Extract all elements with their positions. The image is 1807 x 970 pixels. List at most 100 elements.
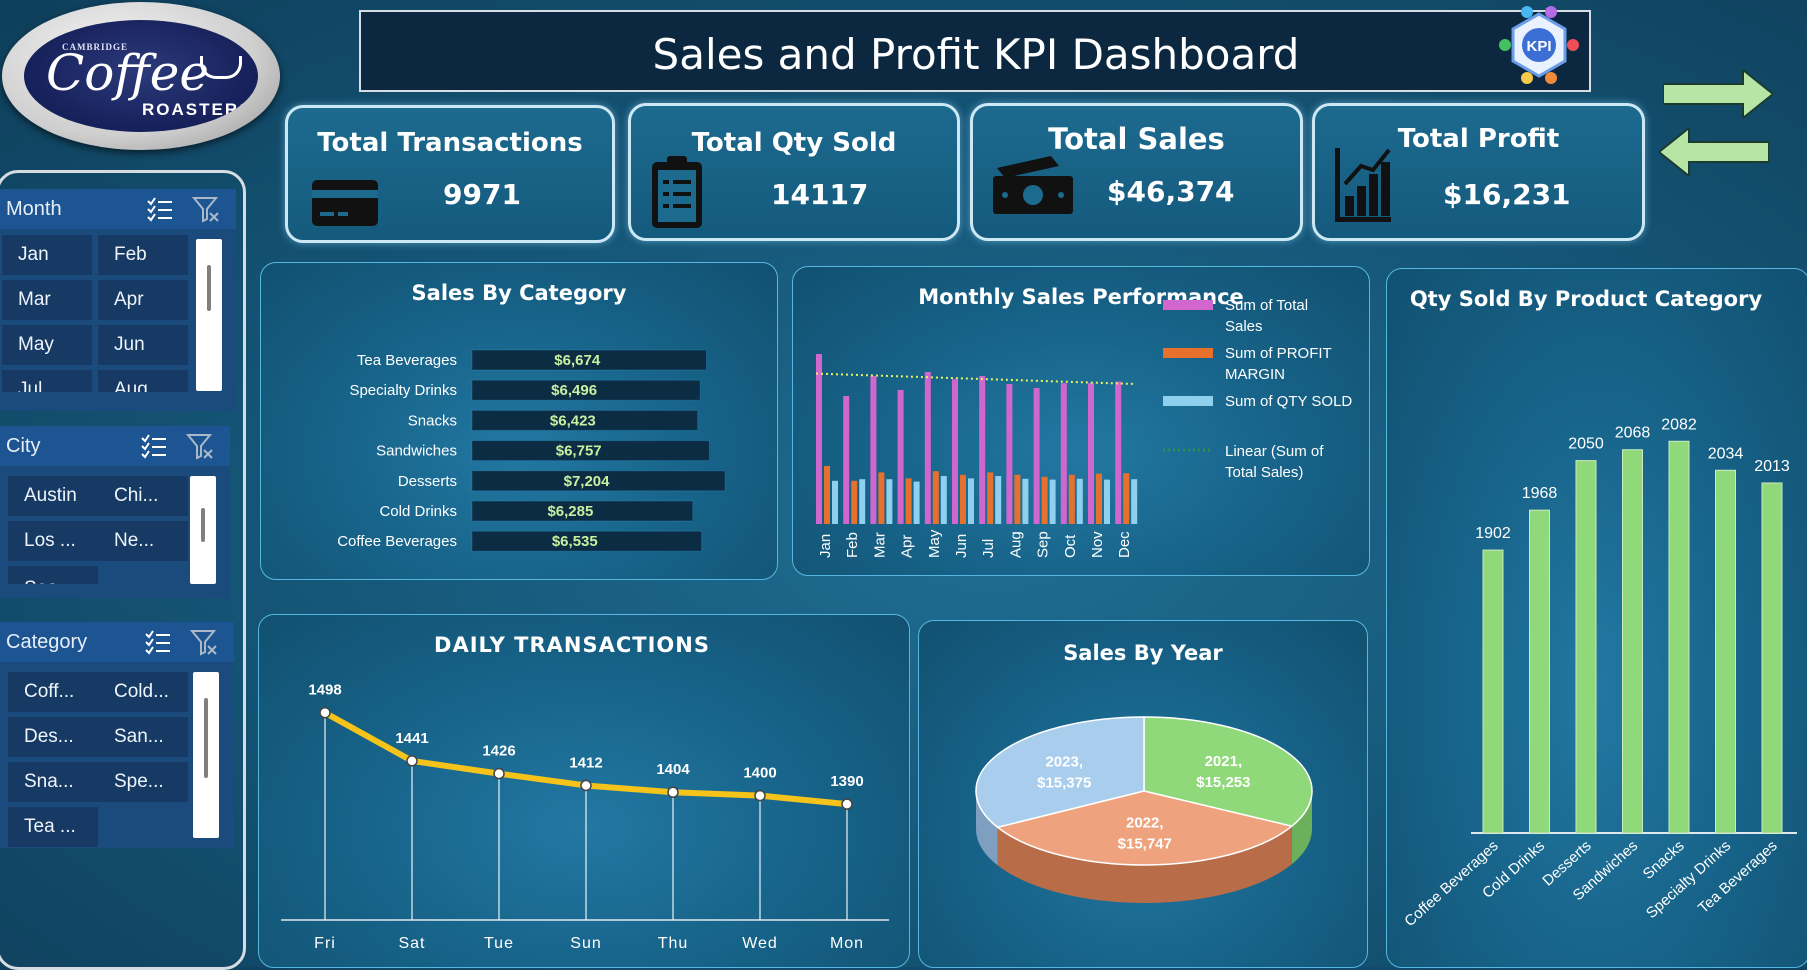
bar-data-label: $6,285 xyxy=(547,503,593,520)
point-data-label: 1390 xyxy=(830,773,863,790)
slicer-item-desserts[interactable]: Des... xyxy=(8,717,98,757)
month-bar xyxy=(851,480,858,524)
kpi-card-qty: Total Qty Sold 14117 xyxy=(628,103,960,241)
company-logo: CAMBRIDGE Coffee ROASTERS xyxy=(2,2,280,150)
qty-bar xyxy=(1575,460,1597,834)
kpi-hex-icon: KPI xyxy=(1499,6,1579,84)
line-point xyxy=(841,798,853,810)
multi-select-icon[interactable] xyxy=(146,195,174,223)
sales-trendline xyxy=(815,372,1136,385)
pie-data-label: 2021, xyxy=(1205,753,1243,770)
clear-filter-icon[interactable] xyxy=(192,195,220,223)
day-tick-label: Thu xyxy=(658,935,689,952)
slicer-item-los-angeles[interactable]: Los ... xyxy=(8,521,98,561)
slicer-item-chicago[interactable]: Chi... xyxy=(98,476,188,516)
month-bar xyxy=(859,479,866,524)
slicer-item-jan[interactable]: Jan xyxy=(2,235,92,275)
category-slicer: Category Coff... Cold... Des... San... S… xyxy=(0,622,234,848)
slicer-item-sandwiches[interactable]: San... xyxy=(98,717,188,757)
bar-data-label: 2082 xyxy=(1661,416,1697,433)
bar-data-label: 2034 xyxy=(1708,445,1744,462)
line-point xyxy=(319,706,331,719)
logo-main-text: Coffee xyxy=(46,44,209,102)
qty-bar xyxy=(1622,449,1643,834)
month-bar xyxy=(1123,473,1130,524)
kpi-card-profit: Total Profit $16,231 xyxy=(1312,103,1645,241)
bar-data-label: 2013 xyxy=(1754,458,1790,475)
slicer-item-jun[interactable]: Jun xyxy=(98,325,188,365)
month-bar xyxy=(1115,381,1122,524)
month-bar xyxy=(905,478,912,524)
qty-bar xyxy=(1761,482,1783,834)
legend-label: Total Sales) xyxy=(1225,464,1303,481)
legend-swatch xyxy=(1163,396,1213,406)
slicer-item-jul[interactable]: Jul xyxy=(2,370,92,392)
month-bar xyxy=(1104,479,1110,524)
slicer-item-austin[interactable]: Austin xyxy=(8,476,98,516)
monthly-sales-panel: Monthly Sales Performance Jan Feb Mar Apr Ma… xyxy=(792,266,1370,576)
bar-data-label: $6,674 xyxy=(554,352,601,369)
month-slicer: Month Jan Feb Mar Apr May Jun Jul Aug xyxy=(0,189,236,411)
kpi-value: 9971 xyxy=(443,178,521,211)
month-bar xyxy=(897,390,904,524)
day-tick-label: Sat xyxy=(398,935,425,952)
slicer-header: Month xyxy=(0,189,236,229)
bar-data-label: 1968 xyxy=(1522,485,1558,502)
month-bar xyxy=(1076,478,1083,524)
slicer-item-mar[interactable]: Mar xyxy=(2,280,92,320)
bar-data-label: $7,204 xyxy=(564,473,611,490)
slicer-title: Category xyxy=(6,631,88,653)
clear-filter-icon[interactable] xyxy=(190,628,218,656)
kpi-label: Total Sales xyxy=(1048,122,1225,156)
slicer-item-may[interactable]: May xyxy=(2,325,92,365)
category-tick-label: Sandwiches xyxy=(376,443,457,460)
slicer-item-feb[interactable]: Feb xyxy=(98,235,188,275)
clear-filter-icon[interactable] xyxy=(186,432,214,460)
arrow-left-icon[interactable] xyxy=(1659,128,1769,176)
slicer-title: Month xyxy=(6,198,62,220)
month-tick-label: Nov xyxy=(1089,531,1106,558)
slicer-item-tea[interactable]: Tea ... xyxy=(8,807,98,847)
line-point xyxy=(406,755,418,767)
multi-select-icon[interactable] xyxy=(144,628,172,656)
day-tick-label: Mon xyxy=(830,935,864,952)
pie-data-label: 2023, xyxy=(1045,753,1083,770)
slicer-scrollbar[interactable] xyxy=(190,476,216,584)
multi-select-icon[interactable] xyxy=(140,432,168,460)
day-tick-label: Fri xyxy=(314,935,336,952)
slicer-item-aug[interactable]: Aug xyxy=(98,370,188,392)
cash-icon xyxy=(993,156,1073,214)
point-data-label: 1400 xyxy=(743,765,776,782)
bar-data-label: 2068 xyxy=(1615,425,1651,442)
slicer-item-apr[interactable]: Apr xyxy=(98,280,188,320)
day-tick-label: Wed xyxy=(742,935,778,952)
month-bar xyxy=(1088,383,1094,524)
slicer-item-coffee[interactable]: Coff... xyxy=(8,672,98,712)
month-bar xyxy=(940,476,947,524)
legend-label: Sales xyxy=(1225,318,1263,335)
month-tick-label: Mar xyxy=(871,532,888,558)
city-slicer: City Austin Chi... Los ... Ne... Sea... xyxy=(0,426,230,598)
slicer-item-specialty[interactable]: Spe... xyxy=(98,762,188,802)
bar-data-label: $6,496 xyxy=(551,382,597,399)
month-bar xyxy=(1068,474,1075,524)
month-tick-label: Sep xyxy=(1035,531,1052,558)
slicer-scrollbar[interactable] xyxy=(196,239,222,391)
category-tick-label: Snacks xyxy=(408,412,457,429)
point-data-label: 1404 xyxy=(656,761,690,778)
pie-data-label: $15,253 xyxy=(1196,774,1250,791)
line-point xyxy=(667,786,679,798)
category-tick-label: Coffee Beverages xyxy=(337,533,457,550)
pie-data-label: $15,747 xyxy=(1118,836,1172,853)
slicer-item-new-york[interactable]: Ne... xyxy=(98,521,188,561)
legend-swatch xyxy=(1163,300,1213,310)
slicer-header: Category xyxy=(0,622,234,662)
month-tick-label: Oct xyxy=(1062,534,1079,558)
legend-label: Sum of QTY SOLD xyxy=(1225,393,1352,410)
category-tick-label: Specialty Drinks xyxy=(1643,837,1734,922)
arrow-right-icon[interactable] xyxy=(1663,70,1773,118)
slicer-scrollbar[interactable] xyxy=(193,672,219,838)
slicer-item-seattle[interactable]: Sea... xyxy=(8,566,98,584)
slicer-item-cold[interactable]: Cold... xyxy=(98,672,188,712)
slicer-item-snacks[interactable]: Sna... xyxy=(8,762,98,802)
